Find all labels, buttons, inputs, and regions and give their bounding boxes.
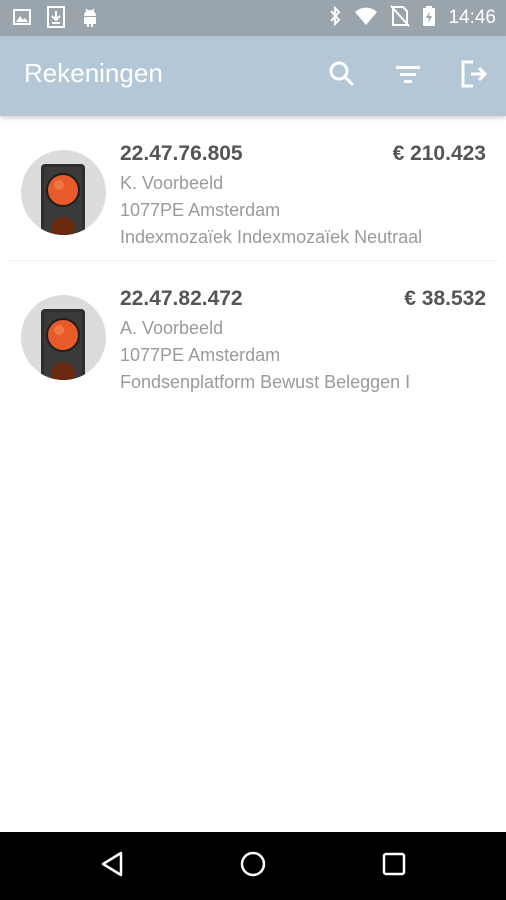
battery-charging-icon — [422, 5, 436, 32]
download-icon — [46, 6, 66, 33]
back-icon — [99, 850, 127, 883]
status-time: 14:46 — [448, 7, 496, 28]
system-icons: 14:46 — [328, 4, 496, 32]
account-holder: K. Voorbeeld — [120, 173, 224, 193]
recents-button[interactable] — [377, 849, 411, 883]
account-product: Fondsenplatform Bewust Beleggen I — [120, 372, 411, 392]
account-address: 1077PE Amsterdam — [120, 200, 281, 220]
account-row[interactable]: 22.47.82.472 € 38.532 A. Voorbeeld 1077P… — [0, 261, 506, 406]
no-sim-icon — [390, 4, 411, 32]
filter-button[interactable] — [390, 58, 426, 94]
account-row[interactable]: 22.47.76.805 € 210.423 K. Voorbeeld 1077… — [0, 116, 506, 261]
account-holder: A. Voorbeeld — [120, 318, 224, 338]
back-button[interactable] — [96, 849, 130, 883]
filter-icon — [394, 60, 422, 93]
logout-icon — [459, 59, 489, 94]
accounts-list: 22.47.76.805 € 210.423 K. Voorbeeld 1077… — [0, 116, 506, 406]
traffic-light-icon — [21, 150, 106, 235]
recents-icon — [381, 851, 407, 882]
android-icon — [80, 6, 100, 33]
traffic-light-icon — [21, 295, 106, 380]
search-button[interactable] — [324, 58, 360, 94]
app-bar: Rekeningen — [0, 36, 506, 116]
notification-icons — [12, 6, 100, 33]
logout-button[interactable] — [456, 58, 492, 94]
account-amount: € 210.423 — [392, 142, 486, 165]
bluetooth-icon — [328, 5, 342, 32]
account-product: Indexmozaïek Indexmozaïek Neutraal — [120, 227, 423, 247]
app-bar-actions — [324, 58, 492, 94]
home-button[interactable] — [236, 849, 270, 883]
account-amount: € 38.532 — [404, 287, 486, 310]
wifi-icon — [354, 6, 378, 31]
system-nav-bar — [0, 832, 506, 900]
account-address: 1077PE Amsterdam — [120, 345, 281, 365]
status-bar: 14:46 — [0, 0, 506, 36]
image-icon — [12, 7, 32, 32]
home-icon — [239, 850, 267, 883]
search-icon — [328, 60, 356, 93]
page-title: Rekeningen — [24, 58, 163, 88]
account-number: 22.47.82.472 — [120, 287, 243, 310]
account-number: 22.47.76.805 — [120, 142, 243, 165]
